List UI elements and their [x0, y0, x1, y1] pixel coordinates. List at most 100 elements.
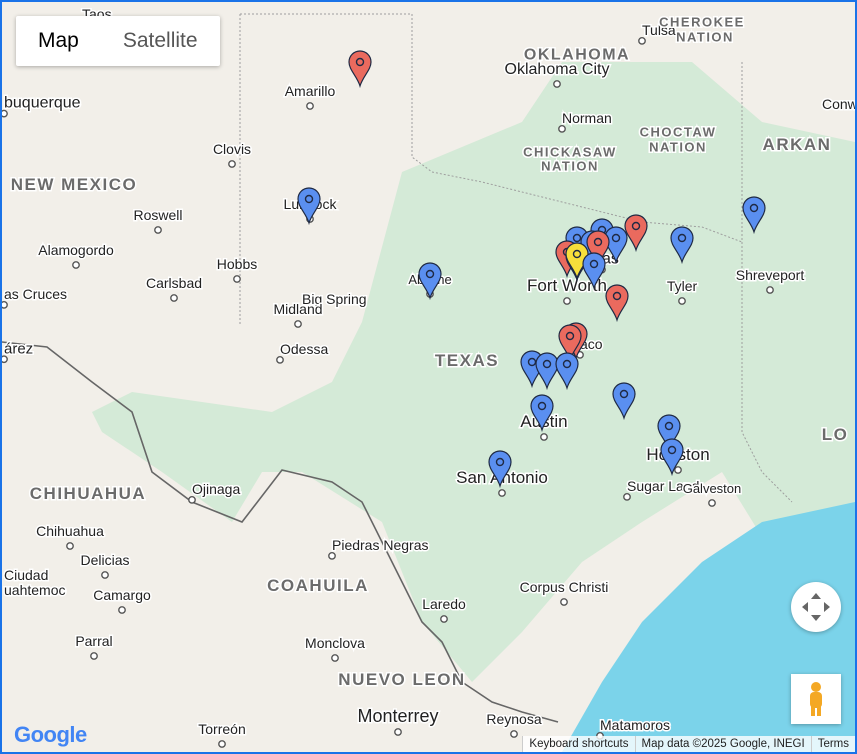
place-label: ARKAN	[763, 135, 832, 154]
place-label: as Cruces	[4, 286, 67, 302]
pan-control[interactable]	[791, 582, 841, 632]
place-label: NATION	[541, 159, 599, 174]
place-dot	[558, 125, 566, 133]
place-label: CHICKASAW	[523, 145, 617, 160]
place-label: Roswell	[133, 207, 182, 223]
place-label: COAHUILA	[267, 576, 369, 595]
place-label: Hobbs	[217, 256, 257, 272]
place-label: Ojinaga	[192, 481, 240, 497]
place-dot	[228, 160, 236, 168]
place-label: Chihuahua	[36, 523, 104, 539]
place-dot	[294, 320, 302, 328]
place-dot	[218, 740, 226, 748]
place-dot	[331, 654, 339, 662]
place-dot	[118, 606, 126, 614]
place-label: buquerque	[4, 95, 81, 112]
place-nation1: NATION	[675, 28, 734, 46]
place-dot	[563, 297, 571, 305]
place-label: Norman	[562, 110, 612, 126]
map-type-control: Map Satellite	[16, 16, 220, 66]
map-frame[interactable]: Taos Tulsa CHEROKEE NATION OKLAHOMA Oklahoma …	[0, 0, 857, 754]
place-louisiana: LO	[820, 423, 849, 445]
place-choctaw: CHOCTAW	[638, 123, 717, 141]
place-label: Piedras Negras	[332, 537, 429, 553]
place-label: Conw	[822, 96, 855, 112]
place-dot	[498, 489, 506, 497]
place-coahuila: COAHUILA	[266, 574, 369, 596]
place-label: TEXAS	[435, 351, 499, 370]
place-dot	[90, 652, 98, 660]
place-label: CHIHUAHUA	[30, 484, 146, 503]
place-uahtemoc: uahtemoc	[3, 580, 67, 599]
place-dot	[674, 466, 682, 474]
street-view-control[interactable]	[791, 674, 841, 724]
place-label: Matamoros	[600, 717, 670, 733]
place-label: Reynosa	[486, 711, 541, 727]
place-chickasaw: CHICKASAW	[522, 143, 617, 161]
map-canvas[interactable]: TaosTulsaCHEROKEENATIONOKLAHOMAOklahoma …	[2, 2, 855, 752]
move-arrows-icon	[802, 593, 830, 621]
place-dot	[170, 294, 178, 302]
google-logo: Google	[14, 722, 87, 748]
place-dot	[510, 730, 518, 738]
place-dot	[154, 226, 162, 234]
place-label: Oklahoma City	[505, 61, 610, 78]
place-dot	[276, 355, 284, 364]
place-dot	[394, 728, 402, 736]
place-label: Clovis	[213, 141, 251, 157]
keyboard-shortcuts-link[interactable]: Keyboard shortcuts	[522, 736, 634, 752]
place-chihuahua_state: CHIHUAHUA	[28, 482, 146, 504]
place-dot	[306, 102, 314, 110]
place-label: CHOCTAW	[640, 125, 717, 140]
pegman-icon	[810, 682, 822, 716]
place-ciudad: Ciudad	[3, 565, 50, 584]
place-nation2: NATION	[648, 138, 707, 156]
place-nuevoleon: NUEVO LEON	[337, 668, 466, 690]
place-dot	[188, 495, 196, 504]
place-cherokee: CHEROKEE	[658, 13, 745, 31]
place-label: Shreveport	[736, 267, 805, 283]
place-label: NATION	[649, 140, 707, 155]
place-dot	[72, 261, 80, 269]
place-label: árez	[4, 340, 33, 357]
logo-text: Google	[14, 722, 87, 747]
place-label: Torreón	[198, 721, 245, 737]
place-arkansas: ARKAN	[761, 133, 832, 155]
place-label: CHEROKEE	[659, 15, 745, 30]
map-data-attribution: Map data ©2025 Google, INEGI	[634, 736, 811, 752]
place-dot	[678, 297, 686, 305]
map-type-map-button[interactable]: Map	[16, 16, 101, 66]
place-dot	[553, 80, 561, 88]
place-dot	[560, 598, 568, 606]
map-footer: Keyboard shortcuts Map data ©2025 Google…	[522, 736, 855, 752]
place-label: Camargo	[93, 587, 151, 603]
place-label: NUEVO LEON	[338, 670, 465, 689]
place-dot	[623, 492, 631, 501]
place-conway: Conw	[821, 94, 856, 113]
place-label: NEW MEXICO	[11, 175, 137, 194]
place-label: Tyler	[667, 278, 698, 294]
place-label: Delicias	[80, 552, 129, 568]
place-dot	[440, 615, 448, 623]
place-label: Amarillo	[285, 83, 336, 99]
place-newmexico: NEW MEXICO	[9, 173, 137, 195]
terms-link[interactable]: Terms	[810, 736, 855, 752]
place-label: Alamogordo	[38, 242, 114, 258]
place-label: Monclova	[305, 635, 365, 651]
place-label: Parral	[75, 633, 112, 649]
place-label: Galveston	[683, 481, 742, 496]
place-dot	[766, 286, 774, 294]
place-dot	[2, 109, 8, 118]
place-dot	[2, 301, 8, 309]
place-dot	[233, 275, 241, 283]
map-type-satellite-button[interactable]: Satellite	[101, 16, 220, 66]
place-label: Corpus Christi	[520, 579, 609, 595]
place-label: Midland	[273, 301, 322, 317]
place-label: Monterrey	[357, 706, 438, 726]
place-dot	[66, 542, 74, 550]
place-dot	[708, 499, 716, 507]
place-dot	[638, 37, 646, 45]
place-dot	[540, 433, 548, 441]
place-label: LO	[822, 425, 849, 444]
place-dot	[101, 571, 109, 579]
